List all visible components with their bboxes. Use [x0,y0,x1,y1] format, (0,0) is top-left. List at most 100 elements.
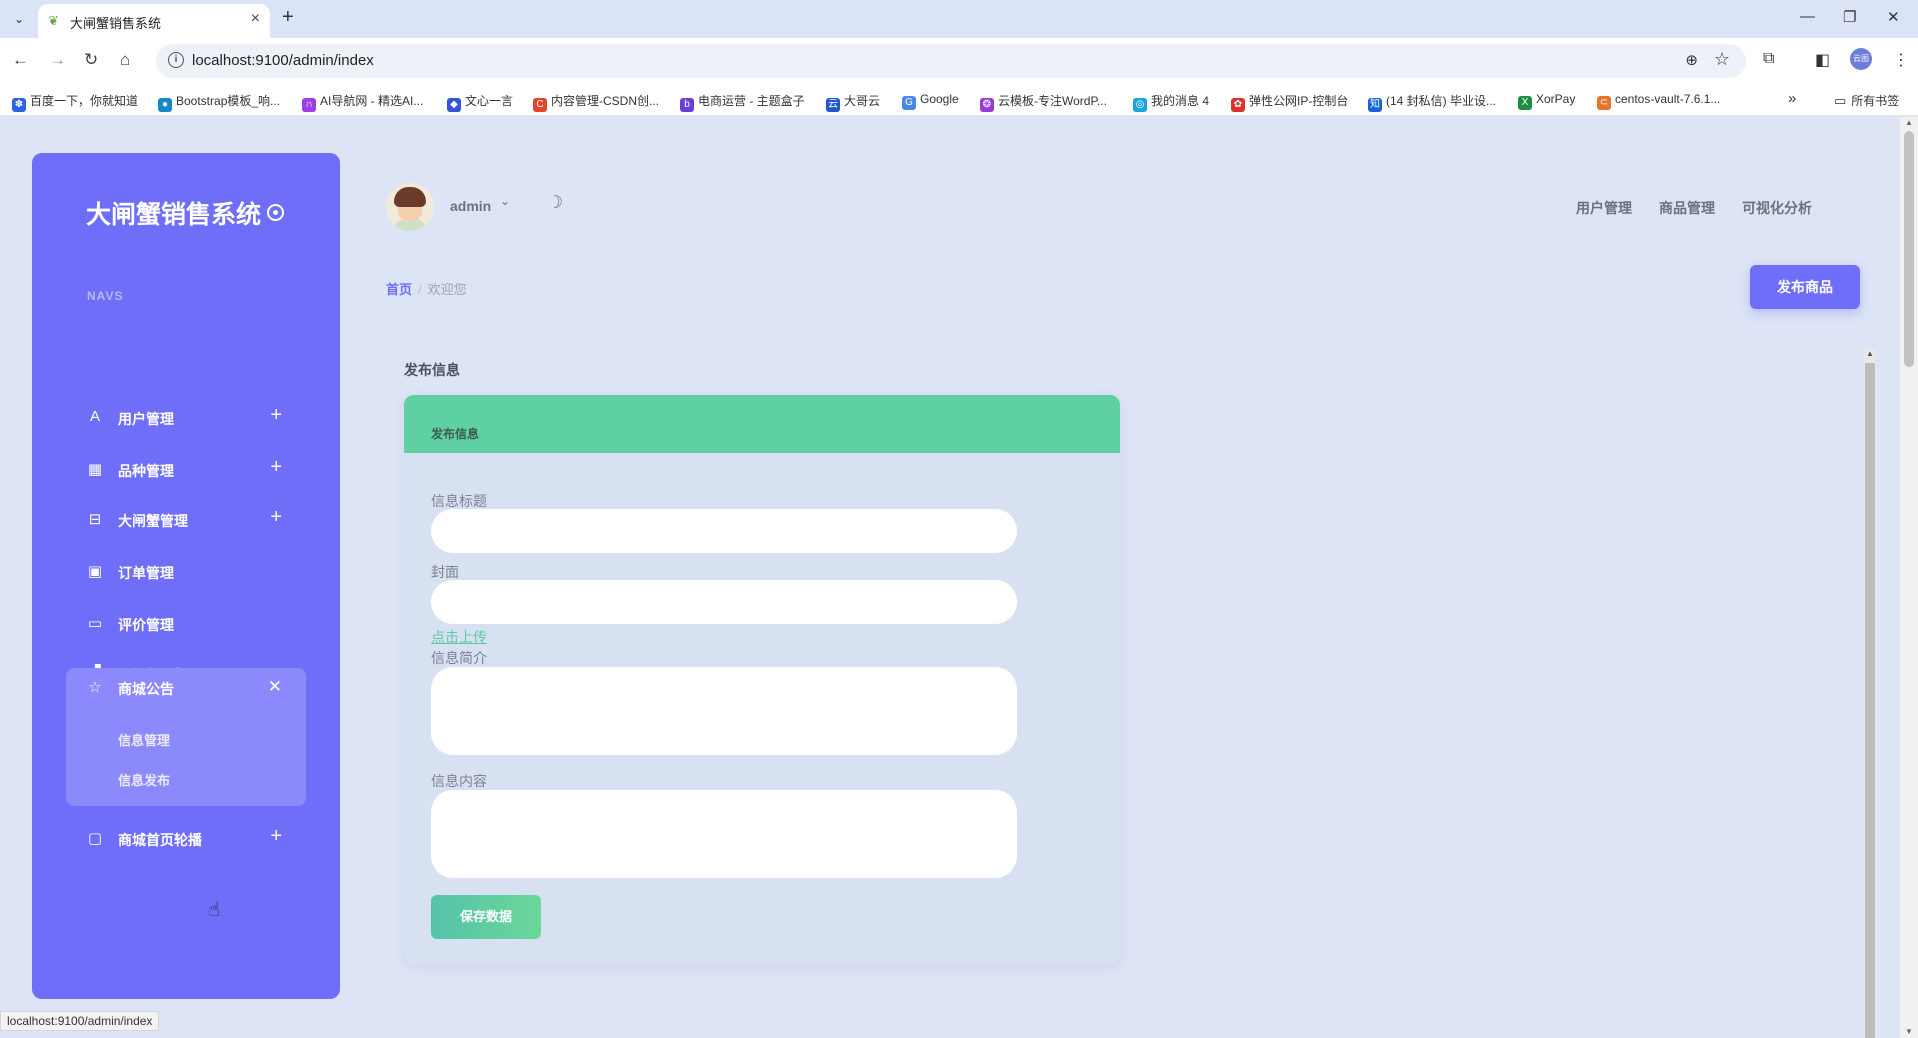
minimize-icon[interactable]: — [1800,8,1815,25]
top-link-user-management[interactable]: 用户管理 [1576,198,1632,218]
status-bar-url: localhost:9100/admin/index [0,1011,160,1031]
home-icon[interactable]: ⌂ [120,50,130,70]
bookmark-favicon-icon: 知 [1368,98,1382,112]
browser-tab[interactable]: ❦ 大闸蟹销售系统 × [38,4,270,38]
url-text[interactable]: localhost:9100/admin/index [192,52,374,69]
close-window-icon[interactable]: ✕ [1887,8,1900,26]
zoom-icon[interactable]: ⊕ [1685,51,1698,69]
bookmark-item[interactable]: b 电商运营 - 主题盒子 [680,92,805,112]
bookmark-favicon-icon: ✿ [1231,98,1245,112]
scroll-down-icon[interactable]: ▼ [1905,1027,1913,1036]
top-link-product-management[interactable]: 商品管理 [1659,198,1715,218]
sidebar-item-label: 评价管理 [118,617,174,633]
reload-icon[interactable]: ↻ [84,50,98,70]
sidebar-subitem-info-publish[interactable]: 信息发布 [118,770,170,789]
card-header: 发布信息 [404,395,1120,453]
scroll-up-icon[interactable]: ▲ [1866,349,1874,358]
side-panel-icon[interactable]: ◧ [1815,50,1830,70]
summary-textarea[interactable] [431,667,1017,755]
bookmark-item[interactable]: C 内容管理-CSDN创... [533,92,659,112]
expand-icon[interactable]: + [270,404,282,427]
bookmark-favicon-icon: 云 [826,98,840,112]
bookmark-item[interactable]: ● Bootstrap模板_响... [158,92,280,112]
username[interactable]: admin [450,198,491,214]
bookmark-item[interactable]: ◆ 文心一言 [447,92,513,112]
sidebar-item-user-management[interactable]: Α 用户管理 + [66,398,306,438]
restore-icon[interactable]: ❐ [1843,8,1856,26]
avatar[interactable] [386,183,434,231]
sidebar-item-label: 品种管理 [118,463,174,479]
bookmark-item[interactable]: ∩ AI导航网 - 精选AI... [302,92,423,112]
sidebar-item-carousel[interactable]: ▢ 商城首页轮播 + [66,819,306,859]
collapse-icon[interactable]: ✕ [268,677,282,697]
bookmark-item[interactable]: ✿ 弹性公网IP-控制台 [1231,92,1348,112]
scrollbar-thumb[interactable] [1865,363,1875,1038]
bookmark-label: 我的消息 4 [1151,94,1210,108]
bookmark-item[interactable]: ✽ 百度一下，你就知道 [12,92,138,112]
page-scrollbar[interactable]: ▲ ▼ [1900,117,1918,1038]
content-scrollbar[interactable]: ▲ [1864,349,1876,1038]
bookmark-favicon-icon: ◆ [447,98,461,112]
brand-title: 大闸蟹销售系统 [86,201,262,229]
dark-mode-moon-icon[interactable]: ☽ [547,192,563,213]
nav-section-title: NAVS [87,289,124,303]
sidebar-item-mall-notice[interactable]: ☆ 商城公告 ✕ [66,668,306,708]
brand[interactable]: 大闸蟹销售系统 [86,195,285,231]
content-textarea[interactable] [431,790,1017,878]
chevron-down-icon[interactable]: ⌄ [500,194,510,208]
bookmark-item[interactable]: ⊂ centos-vault-7.6.1... [1597,92,1720,110]
sidebar-item-variety-management[interactable]: ▦ 品种管理 + [66,450,306,490]
bookmark-favicon-icon: C [533,98,547,112]
address-bar: ← → ↻ ⌂ i localhost:9100/admin/index ⊕ ☆… [0,38,1918,84]
bookmark-item[interactable]: G Google [902,92,959,110]
close-tab-icon[interactable]: × [251,10,260,28]
all-bookmarks-folder[interactable]: ▭ 所有书签 [1834,92,1899,109]
cover-input[interactable] [431,580,1017,624]
extensions-icon[interactable]: ⧉ [1763,50,1774,68]
sidebar-item-order-management[interactable]: ▣ 订单管理 [66,552,306,592]
bookmark-item[interactable]: 云大哥云 [826,92,880,112]
publish-product-button[interactable]: 发布商品 [1750,265,1860,309]
expand-icon[interactable]: + [270,456,282,479]
target-icon [267,204,285,221]
site-info-icon[interactable]: i [168,52,184,68]
bookmark-item[interactable]: ◎ 我的消息 4 [1133,92,1209,112]
bookmark-favicon-icon: ⊂ [1597,96,1611,110]
tab-title: 大闸蟹销售系统 [70,16,162,31]
more-menu-icon[interactable]: ⋮ [1893,50,1909,70]
breadcrumb-current: 欢迎您 [427,282,467,297]
top-link-visual-analysis[interactable]: 可视化分析 [1742,198,1812,218]
expand-icon[interactable]: + [270,825,282,848]
new-tab-icon[interactable]: + [282,6,294,29]
more-bookmarks-icon[interactable]: » [1788,90,1796,107]
title-input[interactable] [431,509,1017,553]
leaf-favicon-icon: ❦ [48,13,59,28]
bookmark-star-icon[interactable]: ☆ [1714,49,1730,70]
save-data-button[interactable]: 保存数据 [431,895,541,939]
sidebar-subitem-info-management[interactable]: 信息管理 [118,730,170,749]
summary-label: 信息简介 [431,650,487,666]
bookmark-label: AI导航网 - 精选AI... [320,94,424,108]
back-icon[interactable]: ← [12,50,29,70]
cover-label: 封面 [431,564,459,580]
bookmark-favicon-icon: ◎ [1133,98,1147,112]
browser-tab-bar: ⌄ ❦ 大闸蟹销售系统 × + — ❐ ✕ [0,0,1918,38]
profile-avatar[interactable]: 云图 [1850,48,1872,70]
bookmark-item[interactable]: X XorPay [1518,92,1575,110]
scroll-up-icon[interactable]: ▲ [1905,118,1913,127]
scrollbar-thumb[interactable] [1904,131,1914,367]
breadcrumb-home[interactable]: 首页 [386,282,412,297]
breadcrumb: 首页 / 欢迎您 [386,279,467,298]
url-field[interactable]: i localhost:9100/admin/index ⊕ ☆ [156,44,1746,78]
bookmark-item[interactable]: ❂ 云模板-专注WordP... [980,92,1107,112]
tab-search-icon[interactable]: ⌄ [8,8,30,30]
sidebar-item-crab-management[interactable]: ⊟ 大闸蟹管理 + [66,500,306,540]
expand-icon[interactable]: + [270,506,282,529]
bookmark-label: 云模板-专注WordP... [998,94,1107,108]
bookmark-item[interactable]: 知 (14 封私信) 毕业设... [1368,92,1496,112]
forward-icon[interactable]: → [49,50,66,70]
sidebar-item-review-management[interactable]: ▭ 评价管理 [66,604,306,644]
sidebar-item-label: 商城公告 [118,681,174,697]
upload-link[interactable]: 点击上传 [431,627,487,647]
bookmark-label: 电商运营 - 主题盒子 [698,94,805,108]
